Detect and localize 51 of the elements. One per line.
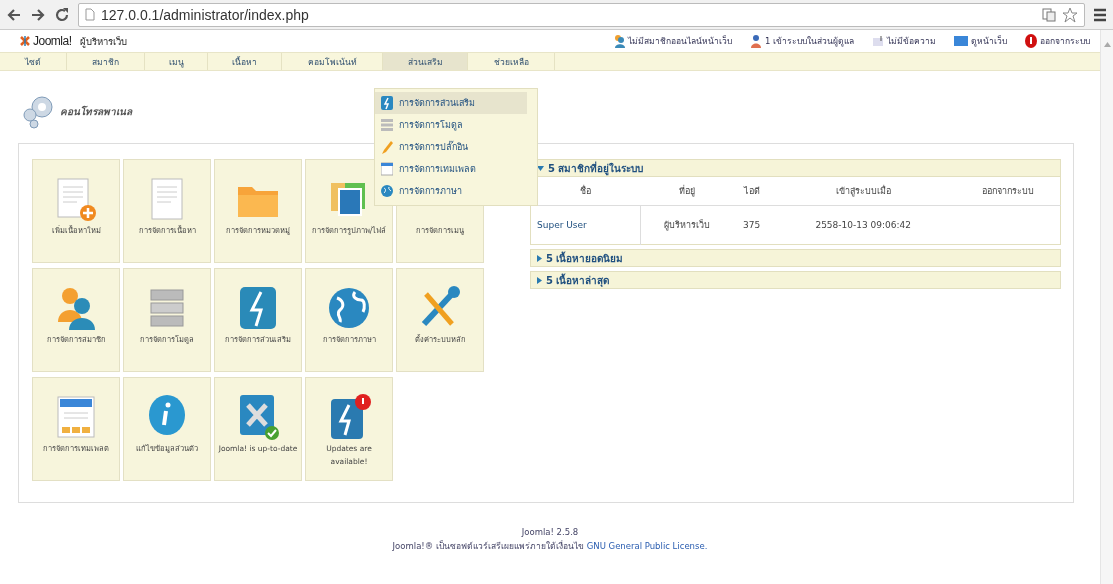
scrollbar[interactable] bbox=[1100, 30, 1113, 584]
logo-icon bbox=[20, 36, 30, 46]
module-header[interactable]: 5 เนื้อหายอดนิยม bbox=[530, 249, 1061, 267]
menu-tab[interactable]: สมาชิก bbox=[67, 53, 145, 70]
forward-icon[interactable] bbox=[30, 6, 46, 23]
dropdown-item[interactable]: การจัดการปลั๊กอิน bbox=[375, 136, 497, 158]
column-header: เข้าสู่ระบบเมื่อ bbox=[770, 177, 957, 206]
status-link[interactable]: 1 เข้าระบบในส่วนผู้ดูแล bbox=[749, 34, 854, 48]
license-text: Joomla!® เป็นซอฟต์แวร์เสรีเผยแพร่ภายใต้เงื่อนไข GNU General Public License. bbox=[391, 539, 709, 553]
menu-tab[interactable]: เนื้อหา bbox=[208, 53, 282, 70]
dropdown-item[interactable]: การจัดการส่วนเสริม bbox=[375, 92, 527, 114]
column-header: ไอดี bbox=[733, 177, 771, 206]
globe-icon bbox=[381, 184, 393, 198]
monitor-icon bbox=[954, 36, 968, 46]
page-title: คอนโทรลพาเนล bbox=[60, 104, 132, 119]
menu-tab[interactable]: ช่วยเหลือ bbox=[468, 53, 555, 70]
module-header[interactable]: 5 เนื้อหาล่าสุด bbox=[530, 271, 1061, 289]
module-title: 5 สมาชิกที่อยู่ในระบบ bbox=[548, 160, 644, 176]
status-link[interactable]: ไม่มีข้อความ bbox=[872, 34, 936, 48]
address-bar[interactable]: 127.0.0.1/administrator/index.php bbox=[78, 2, 1085, 27]
user-icon bbox=[749, 34, 762, 48]
column-header: ที่อยู่ bbox=[640, 177, 734, 206]
users-icon bbox=[612, 34, 625, 48]
status-link[interactable]: ออกจากระบบ bbox=[1025, 34, 1090, 48]
table-cell: 375 bbox=[733, 205, 771, 245]
status-link[interactable]: ไม่มีสมาชิกออนไลน์หน้าเว็บ bbox=[612, 34, 732, 48]
lightning-icon bbox=[381, 96, 393, 110]
back-icon[interactable] bbox=[6, 6, 22, 23]
dropdown-item[interactable]: การจัดการโมดูล bbox=[375, 114, 497, 136]
menu-tab[interactable]: ส่วนเสริม bbox=[383, 53, 468, 70]
module-title: 5 เนื้อหายอดนิยม bbox=[546, 250, 624, 266]
power-icon bbox=[1025, 34, 1037, 48]
status-link[interactable]: ดูหน้าเว็บ bbox=[954, 34, 1007, 48]
version-text: Joomla! 2.5.8 bbox=[520, 526, 580, 539]
column-header: ออกจากระบบ bbox=[956, 177, 1061, 206]
reload-icon[interactable] bbox=[54, 6, 70, 23]
menu-tab[interactable]: เมนู bbox=[145, 53, 208, 70]
template-icon bbox=[381, 162, 393, 176]
star-icon[interactable] bbox=[1062, 6, 1078, 23]
table-cell: ผู้บริหารเว็บ bbox=[640, 205, 734, 245]
translate-icon[interactable] bbox=[1042, 7, 1056, 22]
module-title: 5 เนื้อหาล่าสุด bbox=[546, 272, 610, 288]
table-cell: 2558-10-13 09:06:42 bbox=[770, 205, 957, 245]
admin-title: ผู้บริหารเว็บ bbox=[79, 34, 127, 49]
stack-icon bbox=[381, 118, 393, 132]
page-icon bbox=[85, 8, 95, 21]
license-link[interactable]: GNU General Public License. bbox=[586, 541, 708, 551]
site-logo[interactable]: Joomla! bbox=[20, 34, 72, 48]
menu-tab[interactable]: ไซต์ bbox=[0, 53, 67, 70]
gears-icon bbox=[22, 93, 56, 129]
menu-icon[interactable] bbox=[1093, 7, 1107, 22]
